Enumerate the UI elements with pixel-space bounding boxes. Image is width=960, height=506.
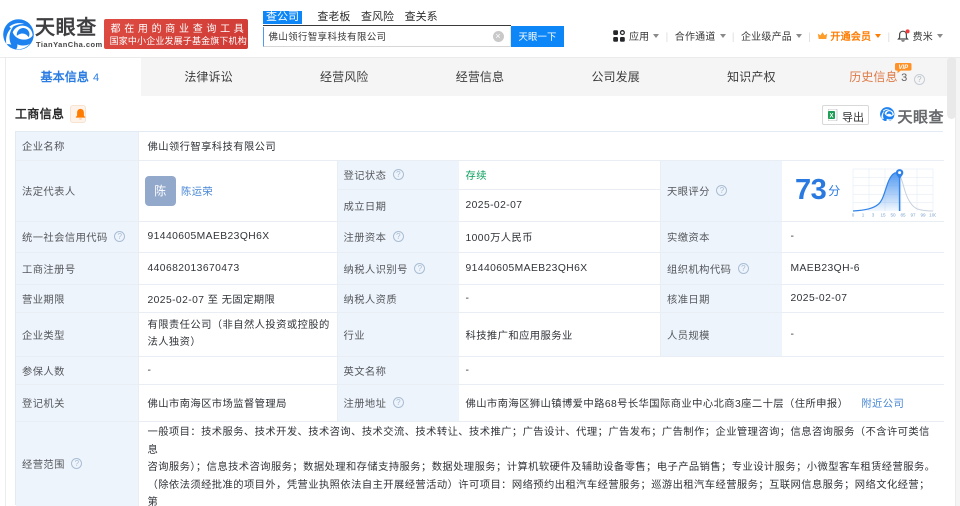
- svg-text:1: 1: [862, 213, 865, 218]
- svg-text:3: 3: [872, 213, 875, 218]
- svg-text:X: X: [829, 113, 833, 119]
- svg-text:15: 15: [880, 213, 886, 218]
- svg-text:VIP: VIP: [898, 65, 909, 71]
- svg-text:85: 85: [900, 213, 906, 218]
- svg-text:97: 97: [910, 213, 916, 218]
- svg-text:100: 100: [929, 213, 936, 218]
- svg-text:50: 50: [890, 213, 896, 218]
- svg-text:99: 99: [920, 213, 926, 218]
- svg-text:0: 0: [852, 213, 855, 218]
